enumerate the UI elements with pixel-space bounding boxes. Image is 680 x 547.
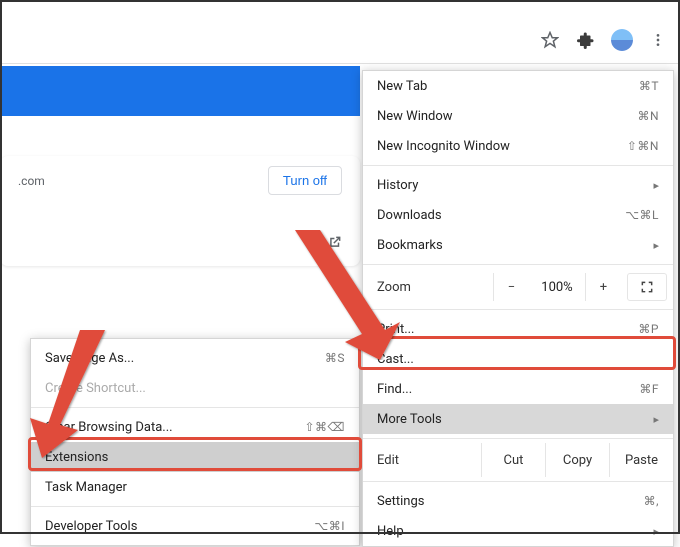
blue-banner: [0, 64, 360, 116]
menu-item-label: Bookmarks: [377, 238, 653, 253]
menu-item-label: Clear Browsing Data...: [45, 420, 304, 435]
menu-item-label: Find...: [377, 382, 639, 397]
menu-more-tools[interactable]: More Tools ▸: [363, 404, 673, 434]
menu-separator: [363, 481, 673, 482]
menu-item-label: Settings: [377, 494, 644, 509]
chevron-right-icon: ▸: [653, 413, 659, 426]
menu-separator: [363, 309, 673, 310]
menu-item-label: Edit: [377, 453, 481, 468]
chevron-right-icon: ▸: [653, 179, 659, 192]
menu-separator: [363, 438, 673, 439]
menu-bookmarks[interactable]: Bookmarks ▸: [363, 230, 673, 260]
zoom-in-button[interactable]: +: [585, 273, 621, 301]
partial-domain-text: .com: [18, 174, 45, 188]
menu-item-label: New Window: [377, 109, 637, 124]
avatar-icon[interactable]: [608, 26, 636, 54]
menu-item-label: Developer Tools: [45, 519, 314, 534]
shortcut-text: ⇧⌘⌫: [304, 420, 345, 434]
submenu-create-shortcut: Create Shortcut...: [31, 373, 359, 403]
zoom-value: 100%: [529, 280, 585, 295]
menu-separator: [31, 407, 359, 408]
fullscreen-icon[interactable]: [627, 273, 667, 301]
menu-edit-row: Edit Cut Copy Paste: [363, 443, 673, 477]
shortcut-text: ⌘S: [325, 351, 345, 365]
submenu-clear-browsing-data[interactable]: Clear Browsing Data... ⇧⌘⌫: [31, 412, 359, 442]
menu-item-label: Zoom: [377, 280, 493, 295]
menu-item-label: New Incognito Window: [377, 139, 627, 154]
browser-toolbar: [0, 16, 680, 64]
menu-separator: [363, 264, 673, 265]
menu-find[interactable]: Find... ⌘F: [363, 374, 673, 404]
shortcut-text: ⌥⌘L: [625, 208, 659, 222]
shortcut-text: ⌘,: [644, 494, 659, 508]
shortcut-text: ⌘F: [639, 382, 659, 396]
zoom-out-button[interactable]: −: [493, 273, 529, 301]
menu-item-label: Extensions: [45, 450, 345, 465]
menu-item-label: Create Shortcut...: [45, 381, 345, 396]
menu-separator: [31, 506, 359, 507]
bookmark-star-icon[interactable]: [536, 26, 564, 54]
content-card: .com Turn off: [0, 156, 360, 266]
submenu-extensions[interactable]: Extensions: [31, 442, 359, 472]
chevron-right-icon: ▸: [653, 525, 659, 538]
more-tools-submenu: Save Page As... ⌘S Create Shortcut... Cl…: [30, 338, 360, 546]
chevron-right-icon: ▸: [653, 239, 659, 252]
shortcut-text: ⌘N: [637, 109, 659, 123]
puzzle-icon[interactable]: [572, 26, 600, 54]
paste-button[interactable]: Paste: [609, 443, 673, 477]
menu-new-window[interactable]: New Window ⌘N: [363, 101, 673, 131]
menu-cast[interactable]: Cast...: [363, 344, 673, 374]
menu-item-label: More Tools: [377, 412, 653, 427]
menu-item-label: Task Manager: [45, 480, 345, 495]
menu-item-label: Help: [377, 524, 653, 539]
menu-history[interactable]: History ▸: [363, 170, 673, 200]
menu-settings[interactable]: Settings ⌘,: [363, 486, 673, 516]
shortcut-text: ⇧⌘N: [627, 139, 659, 153]
menu-item-label: New Tab: [377, 79, 639, 94]
copy-button[interactable]: Copy: [545, 443, 609, 477]
menu-separator: [363, 165, 673, 166]
vertical-dots-icon[interactable]: [644, 26, 672, 54]
menu-downloads[interactable]: Downloads ⌥⌘L: [363, 200, 673, 230]
menu-zoom: Zoom − 100% +: [363, 269, 673, 305]
cut-button[interactable]: Cut: [481, 443, 545, 477]
menu-print[interactable]: Print... ⌘P: [363, 314, 673, 344]
menu-item-label: History: [377, 178, 653, 193]
shortcut-text: ⌥⌘I: [314, 519, 345, 533]
menu-new-incognito[interactable]: New Incognito Window ⇧⌘N: [363, 131, 673, 161]
menu-help[interactable]: Help ▸: [363, 516, 673, 546]
menu-item-label: Cast...: [377, 352, 659, 367]
submenu-developer-tools[interactable]: Developer Tools ⌥⌘I: [31, 511, 359, 541]
menu-item-label: Save Page As...: [45, 351, 325, 366]
turn-off-button[interactable]: Turn off: [268, 166, 342, 195]
submenu-save-page[interactable]: Save Page As... ⌘S: [31, 343, 359, 373]
menu-item-label: Print...: [377, 322, 638, 337]
shortcut-text: ⌘T: [639, 79, 659, 93]
submenu-task-manager[interactable]: Task Manager: [31, 472, 359, 502]
external-link-icon[interactable]: [328, 235, 342, 253]
menu-new-tab[interactable]: New Tab ⌘T: [363, 71, 673, 101]
shortcut-text: ⌘P: [638, 322, 659, 336]
menu-item-label: Downloads: [377, 208, 625, 223]
chrome-main-menu: New Tab ⌘T New Window ⌘N New Incognito W…: [362, 70, 674, 547]
